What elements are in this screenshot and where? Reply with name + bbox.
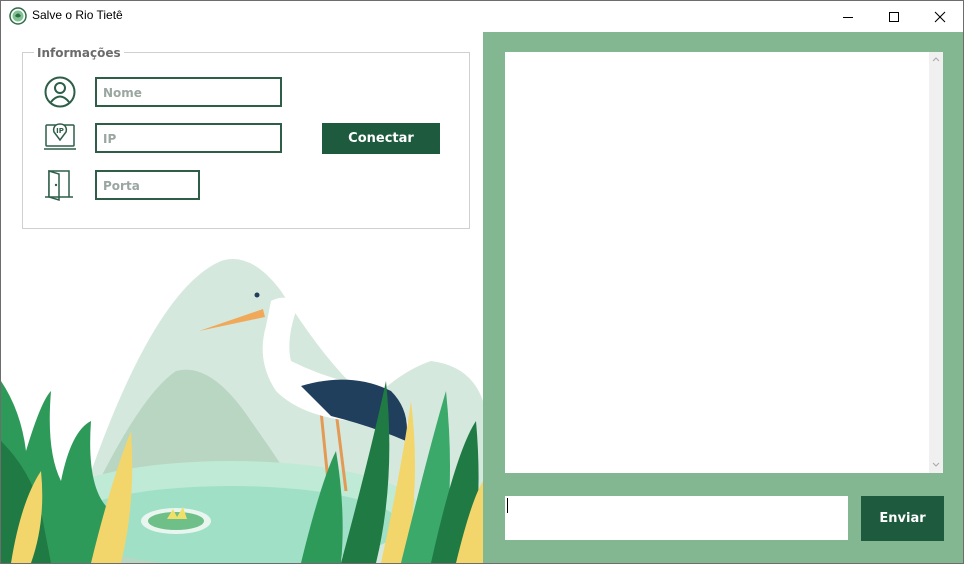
scroll-down-icon[interactable]	[932, 462, 940, 468]
close-button[interactable]	[917, 1, 963, 32]
ip-placeholder: IP	[103, 132, 117, 146]
port-input[interactable]: Porta	[95, 170, 200, 200]
chat-scrollbar[interactable]	[929, 52, 943, 473]
door-icon	[45, 169, 73, 201]
maximize-icon	[889, 11, 899, 22]
app-logo-icon	[9, 7, 27, 25]
svg-text:IP: IP	[56, 127, 64, 135]
user-icon	[44, 76, 76, 108]
title-bar[interactable]: Salve o Rio Tietê	[1, 1, 963, 32]
connect-button[interactable]: Conectar	[322, 123, 440, 154]
chat-history-area[interactable]	[505, 52, 943, 473]
ip-location-icon: IP	[44, 123, 76, 150]
minimize-button[interactable]	[825, 1, 871, 32]
window-title: Salve o Rio Tietê	[32, 8, 123, 22]
name-placeholder: Nome	[103, 86, 142, 100]
text-caret	[507, 498, 508, 513]
app-window: Salve o Rio Tietê Informações Nome IP IP…	[0, 0, 964, 564]
maximize-button[interactable]	[871, 1, 917, 32]
ip-input[interactable]: IP	[95, 123, 282, 153]
send-button[interactable]: Enviar	[861, 496, 944, 541]
stork-river-illustration	[1, 259, 483, 563]
info-legend: Informações	[34, 46, 124, 60]
port-placeholder: Porta	[103, 179, 140, 193]
name-input[interactable]: Nome	[95, 77, 282, 107]
scroll-up-icon[interactable]	[932, 56, 940, 62]
message-input[interactable]	[505, 496, 848, 540]
minimize-icon	[843, 16, 853, 18]
close-icon	[934, 11, 946, 22]
